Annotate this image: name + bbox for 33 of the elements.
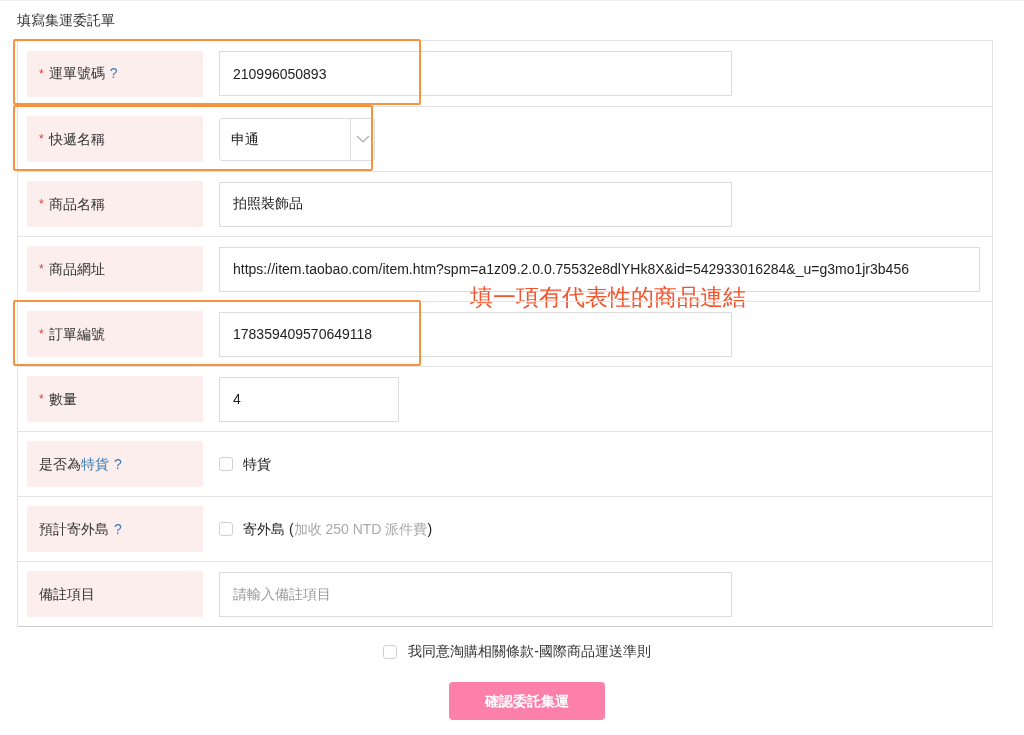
input-field[interactable]: 178359409570649118: [219, 311, 732, 357]
checkbox[interactable]: [219, 522, 233, 536]
form-title: 填寫集運委託單: [17, 11, 116, 30]
input-field[interactable]: 請輸入備註項目: [219, 571, 732, 617]
required-mark: *: [39, 65, 44, 83]
checkbox-label: 特貨: [243, 454, 271, 474]
checkbox-label: 寄外島 (加收 250 NTD 派件費): [243, 519, 433, 539]
checkbox[interactable]: [219, 457, 233, 471]
field-label: 是否為特貨: [39, 454, 109, 474]
required-mark: *: [39, 196, 44, 213]
help-link[interactable]: ?: [114, 453, 122, 475]
field-label: 備註項目: [39, 584, 95, 604]
field-label: 商品網址: [48, 259, 105, 279]
field-label: 訂單編號: [48, 324, 105, 344]
chevron-down-icon: [355, 135, 370, 143]
required-mark: *: [39, 391, 44, 408]
required-mark: *: [39, 131, 44, 148]
required-mark: *: [39, 261, 44, 278]
input-field[interactable]: 210996050893: [219, 51, 732, 96]
field-label: 數量: [48, 389, 77, 409]
help-link[interactable]: ?: [114, 518, 122, 540]
link[interactable]: 特貨: [81, 455, 109, 472]
field-label: 快遞名稱: [48, 129, 105, 149]
required-mark: *: [39, 326, 44, 343]
dropdown[interactable]: 申通: [219, 117, 375, 161]
input-field[interactable]: 拍照裝飾品: [219, 181, 732, 227]
agreement-text: 我同意淘購相關條款-國際商品運送準則: [408, 642, 651, 661]
checkbox[interactable]: [383, 644, 398, 659]
field-label: 運單號碼: [48, 64, 105, 83]
field-label: 預計寄外島: [39, 519, 109, 539]
help-link[interactable]: ?: [109, 63, 118, 84]
field-label: 商品名稱: [48, 194, 105, 214]
input-field[interactable]: 4: [219, 376, 399, 422]
